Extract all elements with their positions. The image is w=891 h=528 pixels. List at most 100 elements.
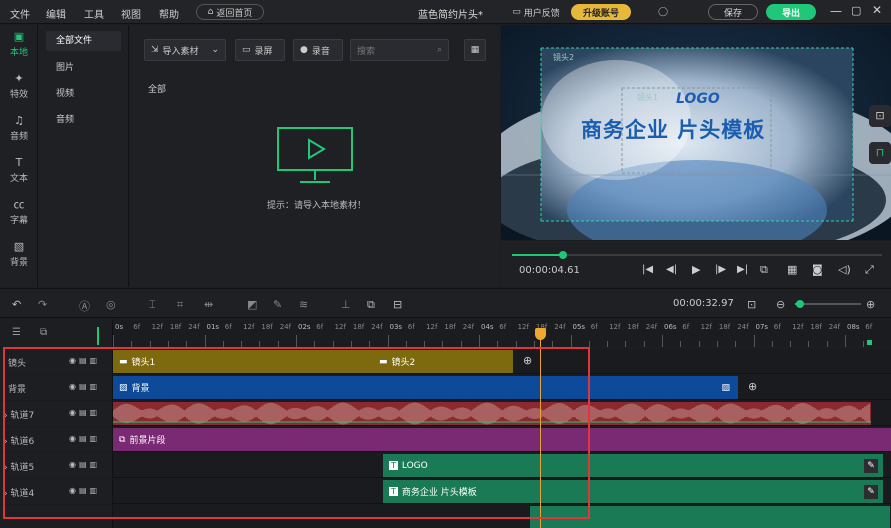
clip-audio[interactable] <box>113 402 871 425</box>
search-input[interactable]: 搜索 ⌕ <box>350 39 449 61</box>
volume-icon[interactable]: ◁) <box>838 263 851 276</box>
import-media-button[interactable]: ⇲ 导入素材 ⌄ <box>144 39 226 61</box>
nav-background[interactable]: ▧ 背景 <box>0 235 38 275</box>
zoom-in-icon[interactable]: ⊕ <box>866 298 875 311</box>
home-button[interactable]: ⌂ 返回首页 <box>196 4 264 20</box>
feedback-button[interactable]: ▭ 用户反馈 <box>507 4 565 20</box>
fit-zoom-icon[interactable]: ⊡ <box>747 298 756 311</box>
eye-icon[interactable]: ◉ <box>69 486 79 495</box>
export-button[interactable]: 导出 <box>766 4 816 20</box>
in-point-marker[interactable] <box>97 327 99 345</box>
nav-text[interactable]: T 文本 <box>0 151 38 191</box>
split-icon[interactable]: ⌶ <box>149 298 156 312</box>
aspect-ratio-icon[interactable]: ⧉ <box>760 263 768 277</box>
zoom-slider-handle[interactable] <box>796 300 804 308</box>
trash-icon[interactable]: ▥ <box>90 408 101 417</box>
lock-icon[interactable]: ▤ <box>79 408 90 417</box>
fullscreen-icon[interactable]: ⤢ <box>865 263 874 277</box>
timeline-ruler[interactable]: 0s 6f 12f 18f 24f 01s 6f 12f 18f 24f 02s 6f 12f 18f 24… <box>113 319 891 347</box>
play-icon[interactable]: ▶ <box>692 263 700 276</box>
clip-foreground[interactable]: ⧉ 前景片段 <box>113 428 891 451</box>
lock-icon[interactable]: ▤ <box>79 460 90 469</box>
lock-icon[interactable]: ⊓ <box>869 142 891 164</box>
grid-icon[interactable]: ▦ <box>787 263 797 276</box>
clip-background[interactable]: ▨ 背景 ▨ <box>113 376 738 399</box>
expand-icon[interactable]: › <box>4 437 8 447</box>
zoom-out-icon[interactable]: ⊖ <box>776 298 785 311</box>
nav-audio[interactable]: ♫ 音频 <box>0 109 38 149</box>
pen-icon[interactable]: ✎ <box>273 298 282 311</box>
maximize-icon[interactable]: ▢ <box>851 4 861 17</box>
eye-icon[interactable]: ◉ <box>69 356 79 365</box>
step-back-icon[interactable]: |◀ <box>642 264 653 275</box>
subnav-images[interactable]: 图片 <box>46 58 121 78</box>
out-point-marker[interactable] <box>867 340 872 345</box>
snapshot-icon[interactable]: ◙ <box>812 263 823 276</box>
redo-icon[interactable]: ↷ <box>38 298 47 311</box>
lock-icon[interactable]: ▤ <box>79 356 90 365</box>
trash-icon[interactable]: ▥ <box>90 486 101 495</box>
trash-icon[interactable]: ▥ <box>90 460 101 469</box>
eye-icon[interactable]: ◉ <box>69 408 79 417</box>
user-avatar-icon[interactable]: ◯ <box>653 4 673 20</box>
subnav-videos[interactable]: 视频 <box>46 84 121 104</box>
menu-edit[interactable]: 编辑 <box>46 6 66 21</box>
add-transition-icon[interactable]: ⊕ <box>748 380 757 393</box>
clip-lens-1[interactable]: ▬ 镜头1 <box>113 350 513 373</box>
edit-icon[interactable]: ✎ <box>864 484 878 499</box>
trash-icon[interactable]: ▥ <box>90 356 101 365</box>
trash-icon[interactable]: ▥ <box>90 382 101 391</box>
grid-view-icon[interactable]: ▦ <box>464 39 486 61</box>
menu-help[interactable]: 帮助 <box>159 6 179 21</box>
add-track-icon[interactable]: ⧉ <box>40 327 47 338</box>
playhead-handle[interactable] <box>535 328 546 340</box>
crop-icon[interactable]: ⌗ <box>177 298 183 312</box>
undo-icon[interactable]: ↶ <box>12 298 21 311</box>
add-transition-icon[interactable]: ⊕ <box>523 354 532 367</box>
playhead-line[interactable] <box>540 328 541 528</box>
clip-lens-2[interactable]: ▬ 镜头2 <box>373 350 433 373</box>
track-settings-icon[interactable]: ☰ <box>12 327 21 338</box>
image-edit-icon[interactable]: ◩ <box>247 298 257 311</box>
clip-headline[interactable]: T 商务企业 片头模板 ✎ <box>383 480 883 503</box>
nav-effects[interactable]: ✦ 特效 <box>0 67 38 107</box>
trash-icon[interactable]: ▥ <box>90 434 101 443</box>
prev-frame-icon[interactable]: ◀| <box>666 264 677 275</box>
record-screen-button[interactable]: ▭ 录屏 <box>235 39 285 61</box>
close-icon[interactable]: ✕ <box>872 3 882 17</box>
clip-partial[interactable] <box>530 506 890 528</box>
delete-icon[interactable]: ⊟ <box>393 298 402 311</box>
subnav-all-files[interactable]: 全部文件 <box>46 31 121 51</box>
lock-icon[interactable]: ▤ <box>79 486 90 495</box>
expand-icon[interactable]: › <box>4 463 8 473</box>
zoom-slider[interactable] <box>795 303 861 305</box>
edit-icon[interactable]: ✎ <box>864 458 878 473</box>
menu-view[interactable]: 视图 <box>121 6 141 21</box>
upgrade-button[interactable]: 升级账号 <box>571 4 631 20</box>
expand-icon[interactable]: › <box>4 489 8 499</box>
save-button[interactable]: 保存 <box>708 4 758 20</box>
lock-icon[interactable]: ▤ <box>79 382 90 391</box>
step-forward-icon[interactable]: ▶| <box>737 264 748 275</box>
flip-icon[interactable]: ⇹ <box>204 298 213 311</box>
playback-progress-track[interactable] <box>512 254 882 256</box>
layers-icon[interactable]: ≋ <box>299 298 308 311</box>
minimize-icon[interactable]: — <box>830 4 842 18</box>
eye-icon[interactable]: ◉ <box>69 382 79 391</box>
eye-icon[interactable]: ◉ <box>69 434 79 443</box>
nav-local[interactable]: ▣ 本地 <box>0 25 38 65</box>
menu-tools[interactable]: 工具 <box>84 6 104 21</box>
lock-icon[interactable]: ▤ <box>79 434 90 443</box>
stamp-icon[interactable]: ⊥ <box>341 298 351 311</box>
eye-icon[interactable]: ◉ <box>69 460 79 469</box>
nav-subtitle[interactable]: ㏄字幕 <box>0 193 38 233</box>
copy-icon[interactable]: ⧉ <box>367 298 375 312</box>
clip-logo[interactable]: T LOGO ✎ <box>383 454 883 477</box>
speed-icon[interactable]: Ⓐ <box>79 298 90 314</box>
expand-icon[interactable]: › <box>4 411 8 421</box>
target-icon[interactable]: ◎ <box>106 298 116 311</box>
record-audio-button[interactable]: ● 录音 <box>293 39 343 61</box>
screenshot-icon[interactable]: ⊡ <box>869 105 891 127</box>
next-frame-icon[interactable]: |▶ <box>715 264 726 275</box>
menu-file[interactable]: 文件 <box>10 6 30 21</box>
